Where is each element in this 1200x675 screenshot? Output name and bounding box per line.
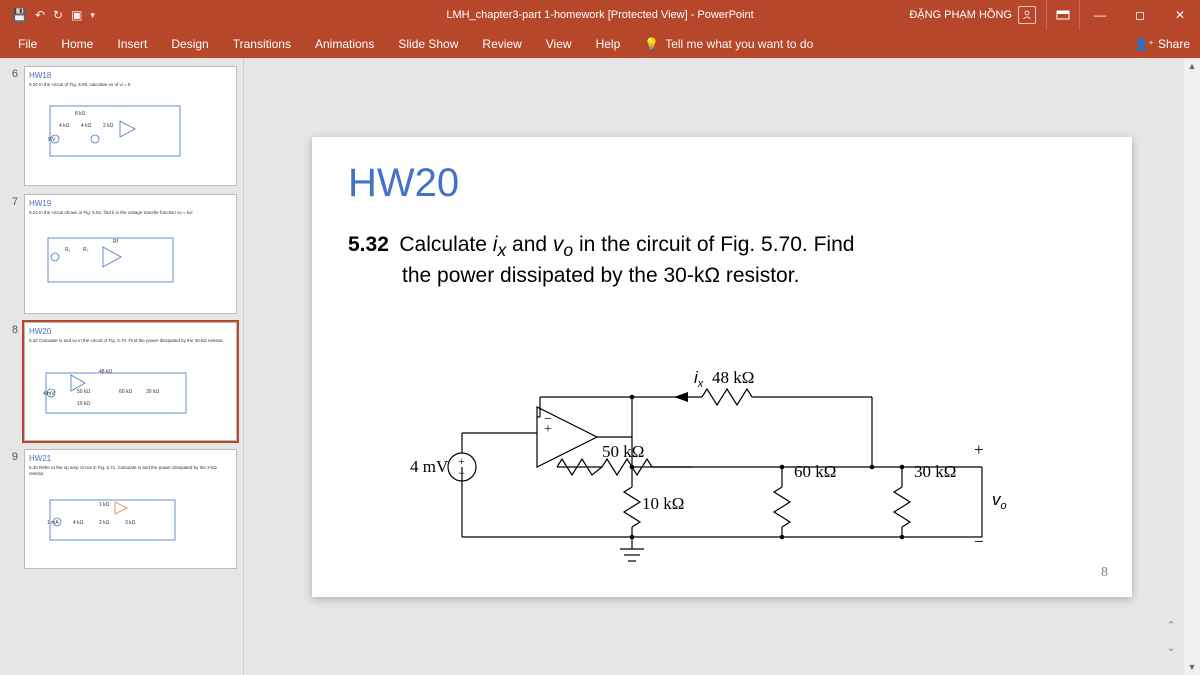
svg-text:−: −	[458, 466, 465, 480]
ribbon-tabs: File Home Insert Design Transitions Anim…	[0, 30, 1200, 58]
svg-text:8 kΩ: 8 kΩ	[75, 111, 86, 117]
scroll-up-icon[interactable]: ▲	[1184, 58, 1200, 74]
thumb-circuit-icon: 1 mA 1 kΩ 4 kΩ 2 kΩ 3 kΩ	[45, 492, 185, 548]
svg-text:1 kΩ: 1 kΩ	[99, 502, 110, 508]
vo-label: vo	[992, 490, 1007, 512]
ix-label: ix	[694, 368, 704, 390]
r48-label: 48 kΩ	[712, 368, 754, 387]
thumbnail-row-7[interactable]: 7 HW19 5.24 In the circuit shown in Fig.…	[0, 190, 243, 318]
current-slide[interactable]: HW20 5.32 Calculate ix and vo in the cir…	[312, 137, 1132, 597]
close-button[interactable]: ✕	[1160, 0, 1200, 30]
svg-text:60 kΩ: 60 kΩ	[119, 389, 132, 395]
svg-text:2 kΩ: 2 kΩ	[103, 123, 114, 129]
user-name: ĐẶNG PHẠM HỒNG	[909, 9, 1012, 21]
problem-statement[interactable]: 5.32 Calculate ix and vo in the circuit …	[348, 230, 1096, 291]
problem-number: 5.32	[348, 233, 389, 256]
tab-slide-show[interactable]: Slide Show	[386, 30, 470, 58]
svg-text:4 kΩ: 4 kΩ	[59, 123, 70, 129]
lightbulb-icon: 💡	[644, 37, 659, 51]
vo-plus: +	[974, 440, 984, 459]
thumb-circuit-icon: 8 kΩ 4 kΩ 4 kΩ 2 kΩ 9 V	[45, 101, 185, 161]
svg-text:50 kΩ: 50 kΩ	[77, 389, 90, 395]
svg-text:Rf: Rf	[113, 239, 119, 245]
svg-text:48 kΩ: 48 kΩ	[99, 369, 112, 375]
tab-view[interactable]: View	[534, 30, 584, 58]
circuit-diagram: + − + − 4 mV ix 48 kΩ 50 kΩ 10 kΩ 60 kΩ …	[402, 337, 1042, 577]
vertical-scrollbar[interactable]: ▲ ▼	[1184, 58, 1200, 675]
thumbnail-number: 7	[2, 194, 18, 314]
svg-text:1 mA: 1 mA	[47, 520, 59, 526]
thumbnail-row-6[interactable]: 6 HW18 5.20 In the circuit of Fig. 5.59,…	[0, 62, 243, 190]
svg-text:30 kΩ: 30 kΩ	[146, 389, 159, 395]
thumbnail-slide-8[interactable]: HW20 5.32 Calculate ix and vo in the cir…	[24, 322, 237, 442]
slide-title[interactable]: HW20	[348, 161, 1096, 206]
slide-nav-controls: ⌃ ⌄	[1164, 619, 1178, 655]
prev-slide-icon[interactable]: ⌃	[1164, 619, 1178, 633]
svg-text:3 kΩ: 3 kΩ	[125, 520, 136, 526]
thumbnail-slide-9[interactable]: HW21 5.33 Refer to the op amp circuit in…	[24, 449, 237, 569]
maximize-button[interactable]: ◻	[1120, 0, 1160, 30]
thumbnail-row-8[interactable]: 8 HW20 5.32 Calculate ix and vo in the c…	[0, 318, 243, 446]
vo-minus: −	[974, 532, 984, 551]
svg-text:R₂: R₂	[83, 247, 89, 253]
scroll-track[interactable]	[1184, 74, 1200, 659]
user-avatar-icon	[1018, 6, 1036, 24]
save-icon[interactable]: 💾	[12, 8, 27, 22]
user-account[interactable]: ĐẶNG PHẠM HỒNG	[899, 6, 1046, 24]
thumb-circuit-icon: R₁ R₂ Rf	[43, 233, 183, 289]
svg-text:4 kΩ: 4 kΩ	[73, 520, 84, 526]
document-title: LMH_chapter3-part 1-homework [Protected …	[446, 9, 753, 21]
svg-text:10 kΩ: 10 kΩ	[77, 401, 90, 407]
tell-me-search[interactable]: 💡 Tell me what you want to do	[632, 30, 825, 58]
r30-label: 30 kΩ	[914, 462, 956, 481]
title-bar: 💾 ↶ ↻ ▣ ▾ LMH_chapter3-part 1-homework […	[0, 0, 1200, 30]
slide-editing-area[interactable]: HW20 5.32 Calculate ix and vo in the cir…	[244, 58, 1200, 675]
problem-line-2: the power dissipated by the 30-kΩ resist…	[348, 262, 1096, 290]
svg-text:−: −	[544, 412, 552, 427]
thumbnail-slide-6[interactable]: HW18 5.20 In the circuit of Fig. 5.59, c…	[24, 66, 237, 186]
svg-text:4 kΩ: 4 kΩ	[81, 123, 92, 129]
thumbnail-row-9[interactable]: 9 HW21 5.33 Refer to the op amp circuit …	[0, 445, 243, 573]
tab-file[interactable]: File	[6, 30, 49, 58]
tab-design[interactable]: Design	[159, 30, 220, 58]
tab-insert[interactable]: Insert	[105, 30, 159, 58]
thumbnail-slide-7[interactable]: HW19 5.24 In the circuit shown in Fig. 5…	[24, 194, 237, 314]
workspace: 6 HW18 5.20 In the circuit of Fig. 5.59,…	[0, 58, 1200, 675]
thumb-circuit-icon: 4 mV 48 kΩ 50 kΩ 60 kΩ 30 kΩ 10 kΩ	[41, 363, 191, 423]
r10-label: 10 kΩ	[642, 494, 684, 513]
thumbnail-number: 6	[2, 66, 18, 186]
thumbnail-number: 8	[2, 322, 18, 442]
svg-text:4 mV: 4 mV	[43, 391, 55, 397]
minimize-button[interactable]: —	[1080, 0, 1120, 30]
r50-label: 50 kΩ	[602, 442, 644, 461]
tab-help[interactable]: Help	[584, 30, 633, 58]
quick-access-toolbar: 💾 ↶ ↻ ▣ ▾	[0, 8, 95, 22]
thumbnail-scroll[interactable]: 6 HW18 5.20 In the circuit of Fig. 5.59,…	[0, 58, 243, 675]
next-slide-icon[interactable]: ⌄	[1164, 641, 1178, 655]
tab-animations[interactable]: Animations	[303, 30, 386, 58]
share-icon: 👤⁺	[1134, 38, 1154, 51]
redo-icon[interactable]: ↻	[53, 8, 63, 22]
svg-text:2 kΩ: 2 kΩ	[99, 520, 110, 526]
undo-icon[interactable]: ↶	[35, 8, 45, 22]
scroll-down-icon[interactable]: ▼	[1184, 659, 1200, 675]
svg-text:9 V: 9 V	[48, 137, 56, 143]
ribbon-display-options[interactable]	[1046, 0, 1080, 30]
problem-line-1: Calculate ix and vo in the circuit of Fi…	[399, 233, 854, 256]
svg-text:R₁: R₁	[65, 247, 71, 253]
tab-review[interactable]: Review	[470, 30, 533, 58]
source-label: 4 mV	[410, 457, 449, 476]
thumbnail-number: 9	[2, 449, 18, 569]
r60-label: 60 kΩ	[794, 462, 836, 481]
share-button[interactable]: 👤⁺ Share	[1134, 37, 1190, 51]
thumbnail-panel: 6 HW18 5.20 In the circuit of Fig. 5.59,…	[0, 58, 244, 675]
slide-number-footer: 8	[1101, 565, 1108, 581]
start-from-beginning-icon[interactable]: ▣	[71, 8, 82, 22]
tab-home[interactable]: Home	[49, 30, 105, 58]
tab-transitions[interactable]: Transitions	[221, 30, 303, 58]
qat-more-icon[interactable]: ▾	[90, 10, 95, 21]
